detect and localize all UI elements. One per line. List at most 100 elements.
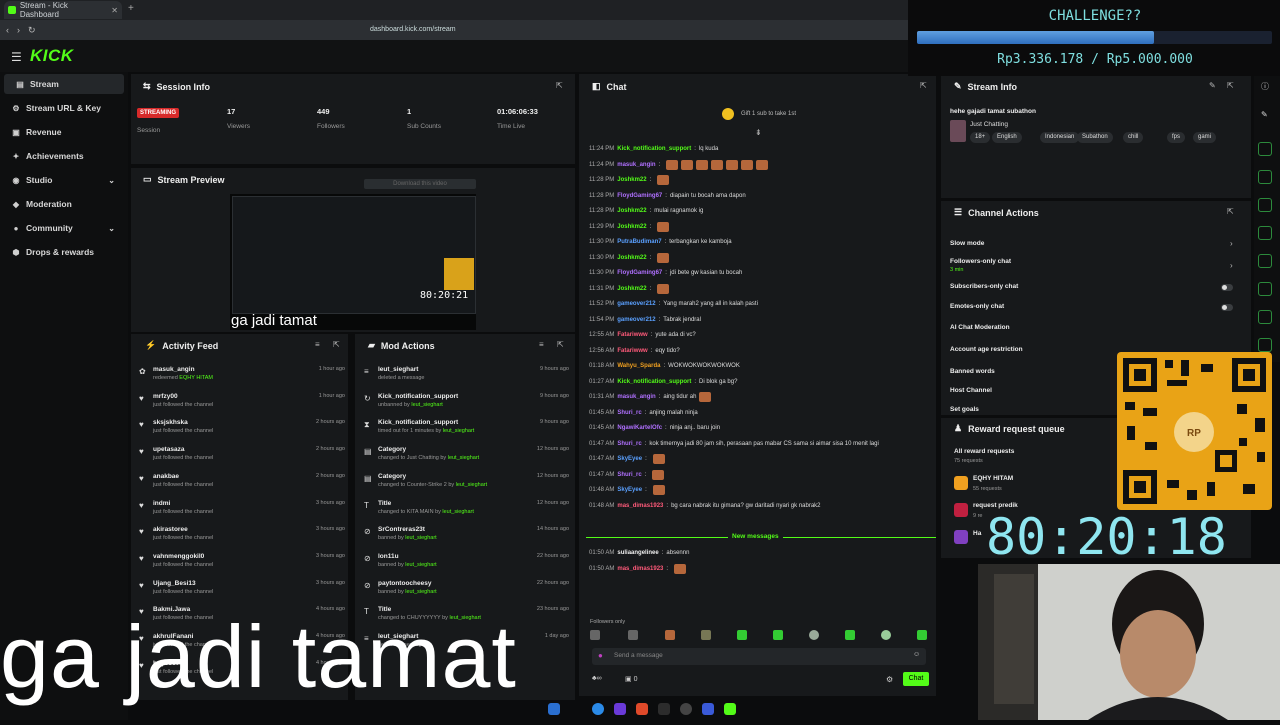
edit-icon[interactable]: ✎ [1209, 81, 1216, 90]
toolbar-shortcut-icon[interactable] [1258, 142, 1272, 156]
chat-username[interactable]: SkyEyee [617, 487, 642, 493]
chat-username[interactable]: Joshkm22 [617, 255, 646, 261]
host-channel-row[interactable]: Host Channel [950, 387, 992, 394]
mod-action-row[interactable]: ⊘ lon11u banned by leut_sieghart 22 hour… [364, 553, 569, 579]
chat-message[interactable]: 11:28 PM Joshkm22: mulai ragnamok ig [589, 206, 703, 216]
banned-words-row[interactable]: Banned words [950, 368, 995, 375]
followers-only-row[interactable]: Followers-only chat [950, 258, 1011, 265]
activity-username[interactable]: sksjskhska [153, 419, 188, 426]
chat-username[interactable]: suliaangelinee [617, 550, 658, 556]
toolbar-shortcut-icon[interactable] [1258, 310, 1272, 324]
pencil-icon[interactable]: ✎ [1261, 110, 1268, 119]
mod-action-target[interactable]: Category [378, 473, 406, 480]
sidebar-item-community[interactable]: ● Community ⌄ [0, 218, 125, 238]
chat-message[interactable]: 01:48 AM mas_dimas1923: bg cara nabrak i… [589, 501, 821, 511]
activity-username[interactable]: mrfzy00 [153, 393, 178, 400]
chat-username[interactable]: FloydGaming67 [617, 193, 662, 199]
mod-action-row[interactable]: ▤ Category changed to Just Chatting by l… [364, 446, 569, 472]
chat-message[interactable]: 01:45 AM NgawiKartelOfc: ninja anj.. bar… [589, 423, 720, 433]
chat-username[interactable]: Kick_notification_support [617, 379, 691, 385]
chat-username[interactable]: Shuri_rc [617, 410, 641, 416]
taskbar-app-icon[interactable] [548, 703, 560, 715]
mod-action-moderator[interactable]: leut_sieghart [443, 428, 475, 434]
mod-action-target[interactable]: Category [378, 446, 406, 453]
mod-action-moderator[interactable]: leut_sieghart [411, 402, 443, 408]
chat-message[interactable]: 11:54 PM gameover212: Tabrak jendral [589, 315, 701, 325]
activity-row[interactable]: ♥ akirastoree just followed the channel … [139, 526, 345, 552]
sidebar-item-stream-url[interactable]: ⚙ Stream URL & Key [0, 98, 125, 118]
subscribers-only-toggle[interactable] [1221, 284, 1233, 291]
mod-action-moderator[interactable]: leut_sieghart [405, 589, 437, 595]
chat-message[interactable]: 11:52 PM gameover212: Yang marah2 yang a… [589, 299, 758, 309]
emotes-only-toggle[interactable] [1221, 304, 1233, 311]
sidebar-item-drops[interactable]: ⬢ Drops & rewards [0, 242, 125, 262]
chat-username[interactable]: gameover212 [617, 301, 655, 307]
activity-row[interactable]: ♥ mrfzy00 just followed the channel 1 ho… [139, 393, 345, 419]
mod-action-target[interactable]: SrContreras23t [378, 526, 425, 533]
activity-username[interactable]: anakbae [153, 473, 179, 480]
gift-sub-banner[interactable]: Gift 1 sub to take 1st [741, 111, 796, 117]
slow-mode-row[interactable]: Slow mode [950, 240, 984, 247]
filter-icon[interactable]: ≡ [315, 340, 320, 349]
activity-row[interactable]: ♥ vahnmenggokil0 just followed the chann… [139, 553, 345, 579]
account-age-row[interactable]: Account age restriction [950, 346, 1023, 353]
mod-action-moderator[interactable]: leut_sieghart [448, 455, 480, 461]
activity-row[interactable]: ♥ upetasaza just followed the channel 2 … [139, 446, 345, 472]
chat-username[interactable]: Wahyu_Sparda [617, 363, 660, 369]
reload-icon[interactable]: ↻ [28, 25, 36, 36]
popout-icon[interactable]: ⇱ [557, 340, 564, 349]
activity-username[interactable]: vahnmenggokil0 [153, 553, 204, 560]
forward-icon[interactable]: › [17, 25, 20, 35]
mod-action-row[interactable]: ⊘ paytontoocheesy banned by leut_sieghar… [364, 580, 569, 606]
chat-message[interactable]: 01:47 AM SkyEyee: [589, 454, 665, 464]
kick-app-icon[interactable] [724, 703, 736, 715]
chat-message[interactable]: 11:24 PM Kick_notification_support: lq k… [589, 144, 718, 154]
chevron-right-icon[interactable]: › [1230, 261, 1233, 270]
activity-username[interactable]: upetasaza [153, 446, 184, 453]
chat-username[interactable]: SkyEyee [617, 456, 642, 462]
chat-username[interactable]: Shuri_rc [617, 472, 641, 478]
ai-moderation-row[interactable]: AI Chat Moderation [950, 324, 1010, 331]
mod-action-row[interactable]: T Title changed to KITA MAIN by leut_sie… [364, 500, 569, 526]
popout-icon[interactable]: ⇱ [1227, 81, 1234, 90]
taskbar-app-icon[interactable] [614, 703, 626, 715]
mod-action-target[interactable]: Title [378, 500, 391, 507]
browser-tab[interactable]: Stream - Kick Dashboard ✕ [4, 1, 122, 19]
toolbar-shortcut-icon[interactable] [1258, 254, 1272, 268]
chat-message[interactable]: 12:55 AM Fatariwww: yute ada di vc? [589, 330, 696, 340]
chat-username[interactable]: mas_dimas1923 [617, 566, 663, 572]
mod-action-target[interactable]: leut_sieghart [378, 366, 418, 373]
chat-message[interactable]: 11:30 PM Joshkm22: [589, 252, 670, 263]
discord-icon[interactable] [702, 703, 714, 715]
back-icon[interactable]: ‹ [6, 25, 9, 35]
new-tab-icon[interactable]: + [128, 3, 134, 14]
reward-name[interactable]: Ha [973, 530, 981, 537]
chat-username[interactable]: Joshkm22 [617, 224, 646, 230]
chat-message[interactable]: 01:48 AM SkyEyee: [589, 485, 665, 495]
activity-row[interactable]: ♥ Ujang_Besi13 just followed the channel… [139, 580, 345, 606]
mod-action-moderator[interactable]: leut_sieghart [405, 562, 437, 568]
activity-username[interactable]: akirastoree [153, 526, 188, 533]
chat-message[interactable]: 11:28 PM Joshkm22: [589, 175, 670, 185]
chat-message[interactable]: 01:18 AM Wahyu_Sparda: WOKWOKWOKWOKWOK [589, 361, 740, 371]
sidebar-item-revenue[interactable]: ▣ Revenue [0, 122, 125, 142]
chat-message[interactable]: 01:27 AM Kick_notification_support: Di b… [589, 377, 737, 387]
chat-username[interactable]: mas_dimas1923 [617, 503, 663, 509]
chevron-right-icon[interactable]: › [1230, 239, 1233, 248]
infinity-icon[interactable]: ♣∞ [592, 675, 602, 682]
toolbar-shortcut-icon[interactable] [1258, 198, 1272, 212]
chat-username[interactable]: Shuri_rc [617, 441, 641, 447]
chat-message[interactable]: 11:30 PM FloydGaming67: jdi bete gw kasi… [589, 268, 742, 278]
gear-icon[interactable]: ⚙ [886, 675, 893, 684]
chat-message[interactable]: 11:29 PM Joshkm22: [589, 221, 670, 232]
mod-action-moderator[interactable]: leut_sieghart [456, 482, 488, 488]
chat-username[interactable]: Fatariwww [617, 332, 647, 338]
mic-icon[interactable]: ● [598, 651, 603, 660]
menu-icon[interactable]: ☰ [11, 50, 22, 64]
all-requests-label[interactable]: All reward requests [954, 448, 1014, 455]
chat-message[interactable]: 11:24 PM masuk_angin: [589, 159, 769, 170]
mod-action-moderator[interactable]: leut_sieghart [405, 535, 437, 541]
toolbar-shortcut-icon[interactable] [1258, 282, 1272, 296]
info-icon[interactable]: ⓘ [1261, 81, 1269, 92]
chat-message[interactable]: 01:47 AM Shuri_rc: [589, 469, 665, 480]
